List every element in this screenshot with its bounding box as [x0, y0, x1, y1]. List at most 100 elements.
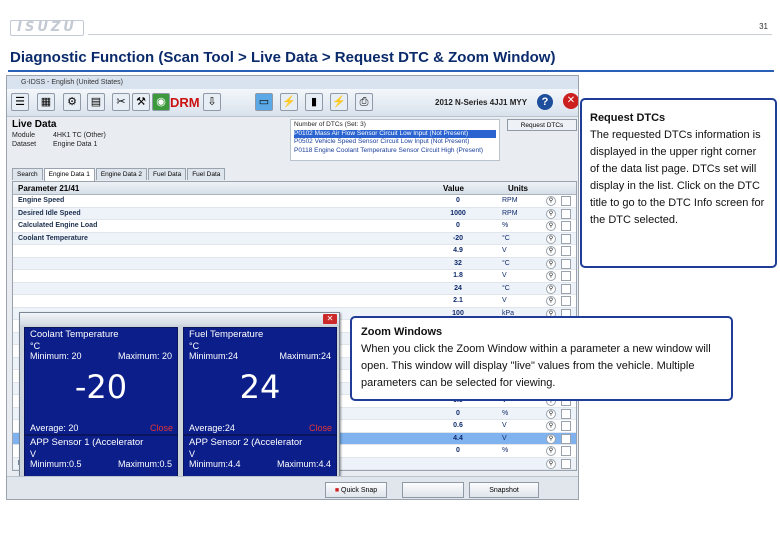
- graph-icon[interactable]: [561, 221, 571, 231]
- help-icon[interactable]: ?: [537, 94, 553, 110]
- panel-maximum: Maximum:24: [279, 351, 331, 361]
- callout-heading: Zoom Windows: [361, 326, 443, 338]
- tab-fuel-data[interactable]: Fuel Data: [148, 168, 187, 180]
- settings-icon[interactable]: ⚙: [63, 93, 81, 111]
- dtc-item[interactable]: P0102 Mass Air Flow Sensor Circuit Low I…: [294, 129, 496, 138]
- graph-icon[interactable]: [561, 196, 571, 206]
- menu-icon[interactable]: ☰: [11, 93, 29, 111]
- dtc-item[interactable]: P0502 Vehicle Speed Sensor Circuit Low I…: [294, 138, 496, 147]
- parameter-unit: V: [502, 297, 507, 304]
- parameter-unit: °C: [502, 259, 510, 267]
- graph-icon[interactable]: [561, 283, 571, 294]
- graph-icon[interactable]: [561, 421, 571, 431]
- zoom-titlebar[interactable]: [20, 313, 339, 325]
- graph-icon[interactable]: [561, 433, 571, 444]
- tab-search[interactable]: Search: [12, 168, 43, 180]
- col-units[interactable]: Units: [508, 182, 528, 195]
- zoom-icon[interactable]: ⚲: [546, 258, 556, 269]
- zoom-icon[interactable]: ⚲: [546, 208, 556, 219]
- document-icon[interactable]: ▤: [87, 93, 105, 111]
- battery-icon[interactable]: ▮: [305, 93, 323, 111]
- panel-minimum: Minimum:0.5: [30, 459, 82, 469]
- lightning-alt-icon[interactable]: ⚡: [330, 93, 348, 111]
- zoom-icon[interactable]: ⚲: [546, 433, 556, 444]
- isuzu-logo: ISUZU: [10, 20, 84, 36]
- parameter-unit: RPM: [502, 197, 518, 204]
- dtc-list: Number of DTCs (Set: 3) P0102 Mass Air F…: [290, 119, 500, 161]
- table-row[interactable]: 2.1 V ⚲: [13, 295, 576, 308]
- graph-icon[interactable]: [561, 208, 571, 219]
- panel-close-link[interactable]: Close: [150, 423, 173, 433]
- zoom-icon[interactable]: ⚲: [546, 283, 556, 294]
- dtc-item[interactable]: P0118 Engine Coolant Temperature Sensor …: [294, 147, 496, 156]
- zoom-icon[interactable]: ⚲: [546, 458, 556, 469]
- parameter-value: 0: [456, 409, 460, 417]
- table-row[interactable]: 32 °C ⚲: [13, 257, 576, 270]
- monitor-icon[interactable]: ▭: [255, 93, 273, 111]
- download-icon[interactable]: ⇩: [203, 93, 221, 111]
- drm-label[interactable]: DRM: [170, 95, 200, 110]
- zoom-icon[interactable]: ⚲: [546, 233, 556, 244]
- zoom-icon[interactable]: ⚲: [546, 446, 556, 456]
- zoom-icon[interactable]: ⚲: [546, 408, 556, 419]
- zoom-panel: Coolant Temperature °C Minimum: 20 Maximum:…: [24, 327, 178, 435]
- col-parameter[interactable]: Parameter 21/41: [18, 182, 79, 195]
- panel-close-link[interactable]: Close: [309, 423, 332, 433]
- tab-fuel-data-2[interactable]: Fuel Data: [187, 168, 226, 180]
- zoom-icon[interactable]: ⚲: [546, 271, 556, 281]
- graph-icon[interactable]: [561, 258, 571, 269]
- zoom-icon[interactable]: ⚲: [546, 296, 556, 306]
- table-row[interactable]: Calculated Engine Load 0% ⚲: [13, 220, 576, 233]
- table-row[interactable]: Coolant Temperature -20 °C ⚲: [13, 232, 576, 245]
- panel-maximum: Maximum:4.4: [276, 459, 331, 469]
- request-dtcs-callout: Request DTCs The requested DTCs informat…: [580, 98, 777, 268]
- zoom-icon[interactable]: ⚲: [546, 421, 556, 431]
- table-row[interactable]: 4.9 V ⚲: [13, 245, 576, 258]
- bottom-bar: ■ Quick Snap Snapshot: [7, 476, 578, 499]
- graph-icon[interactable]: [561, 458, 571, 469]
- parameter-name: Desired Idle Speed: [18, 209, 81, 217]
- zoom-icon[interactable]: ⚲: [546, 196, 556, 206]
- parameter-name: Coolant Temperature: [18, 234, 88, 242]
- tab-engine-data-2[interactable]: Engine Data 2: [95, 168, 148, 180]
- close-icon[interactable]: ✕: [563, 93, 578, 109]
- graph-icon[interactable]: [561, 271, 571, 281]
- graph-icon[interactable]: [561, 296, 571, 306]
- lightning-icon[interactable]: ⚡: [280, 93, 298, 111]
- panel-average: Average: 20: [30, 423, 79, 433]
- panel-average: Average:24: [189, 423, 235, 433]
- request-dtcs-button[interactable]: Request DTCs: [507, 119, 577, 131]
- graph-icon[interactable]: [561, 233, 571, 244]
- table-row[interactable]: 24 °C ⚲: [13, 282, 576, 295]
- zoom-close-icon[interactable]: ✕: [323, 314, 337, 324]
- zoom-windows-callout: Zoom Windows When you click the Zoom Win…: [350, 316, 733, 401]
- graph-icon[interactable]: [561, 408, 571, 419]
- zoom-icon[interactable]: ⚲: [546, 246, 556, 256]
- table-row[interactable]: Engine Speed 0 RPM ⚲: [13, 195, 576, 208]
- parameter-value: -20: [452, 234, 464, 242]
- print-icon[interactable]: ⎙: [355, 93, 373, 111]
- graph-icon[interactable]: [561, 446, 571, 456]
- parameter-unit: RPM: [502, 209, 518, 217]
- zoom-icon[interactable]: ⚲: [546, 221, 556, 231]
- table-row[interactable]: Desired Idle Speed 1000 RPM ⚲: [13, 207, 576, 220]
- snapshot-button[interactable]: Snapshot: [469, 482, 539, 498]
- tab-bar: Search Engine Data 1 Engine Data 2 Fuel Dat…: [12, 168, 226, 181]
- zoom-panel: Fuel Temperature °C Minimum:24 Maximum:24 24…: [183, 327, 337, 435]
- tab-engine-data-1[interactable]: Engine Data 1: [43, 168, 95, 181]
- grid-icon[interactable]: ▦: [37, 93, 55, 111]
- graph-icon[interactable]: [561, 246, 571, 256]
- col-value[interactable]: Value: [443, 182, 464, 195]
- callout-body: The requested DTCs information is displa…: [590, 129, 765, 226]
- tools-icon[interactable]: ✂: [112, 93, 130, 111]
- blank-button[interactable]: [402, 482, 464, 498]
- parameter-value: 1000: [450, 209, 466, 217]
- panel-unit: V: [30, 449, 37, 459]
- vehicle-info: 2012 N-Series 4JJ1 MYY: [435, 98, 528, 107]
- quick-snap-button[interactable]: ■ Quick Snap: [325, 482, 387, 498]
- parameter-value: 1.8: [453, 272, 463, 279]
- vehicle-icon[interactable]: ◉: [152, 93, 170, 111]
- wrench-icon[interactable]: ⚒: [132, 93, 150, 111]
- table-row[interactable]: 1.8 V ⚲: [13, 270, 576, 283]
- parameter-unit: %: [502, 222, 509, 229]
